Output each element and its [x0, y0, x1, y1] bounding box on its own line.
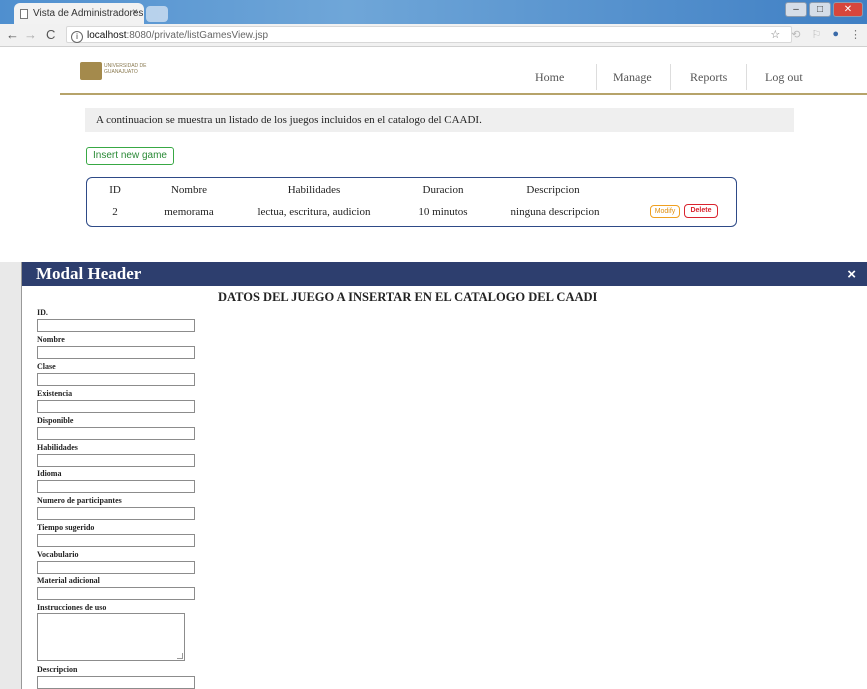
insert-game-modal: Modal Header × DATOS DEL JUEGO A INSERTA… [21, 262, 867, 689]
minimize-button[interactable]: – [785, 2, 807, 17]
label-material-adicional: Material adicional [37, 576, 100, 585]
textarea-instrucciones-uso[interactable] [37, 613, 185, 661]
new-tab-button[interactable] [146, 6, 168, 22]
reload-icon[interactable]: C [46, 27, 55, 42]
input-idioma[interactable] [37, 480, 195, 493]
table-header-id: ID [109, 184, 121, 196]
extension-icon[interactable]: ⟲ [791, 28, 800, 41]
table-header-duracion: Duracion [422, 184, 464, 196]
window-close-button[interactable]: ✕ [833, 2, 863, 17]
input-material-adicional[interactable] [37, 587, 195, 600]
input-tiempo-sugerido[interactable] [37, 534, 195, 547]
cell-habilidades: lectua, escritura, audicion [257, 206, 371, 218]
input-existencia[interactable] [37, 400, 195, 413]
label-disponible: Disponible [37, 416, 74, 425]
address-bar[interactable]: i localhost:8080/private/listGamesView.js… [66, 26, 792, 43]
info-icon[interactable]: i [71, 31, 83, 43]
label-tiempo-sugerido: Tiempo sugerido [37, 523, 95, 532]
forward-arrow-icon[interactable]: → [24, 27, 37, 42]
nav-divider [746, 64, 747, 90]
header-divider [60, 93, 867, 95]
extension-icon-2[interactable]: ⚐ [811, 28, 821, 41]
modal-header: Modal Header × [22, 262, 867, 286]
nav-logout[interactable]: Log out [765, 70, 803, 85]
delete-button[interactable]: Delete [684, 204, 718, 218]
intro-message: A continuacion se muestra un listado de … [85, 108, 794, 132]
star-icon[interactable]: ☆ [770, 28, 780, 41]
cell-nombre: memorama [164, 206, 214, 218]
back-arrow-icon[interactable]: ← [6, 27, 19, 42]
label-numero-participantes: Numero de participantes [37, 496, 122, 505]
nav-reports[interactable]: Reports [690, 70, 727, 85]
label-existencia: Existencia [37, 389, 73, 398]
modify-button[interactable]: Modify [650, 205, 680, 218]
modal-backdrop [0, 262, 21, 689]
label-id: ID. [37, 308, 48, 317]
label-instrucciones-uso: Instrucciones de uso [37, 603, 107, 612]
input-numero-participantes[interactable] [37, 507, 195, 520]
cell-duracion: 10 minutos [418, 206, 468, 218]
table-header-descripcion: Descripcion [526, 184, 580, 196]
maximize-button[interactable]: □ [809, 2, 831, 17]
label-habilidades: Habilidades [37, 443, 78, 452]
resize-grip-icon[interactable] [177, 653, 183, 659]
nav-manage[interactable]: Manage [613, 70, 652, 85]
label-nombre: Nombre [37, 335, 65, 344]
input-vocabulario[interactable] [37, 561, 195, 574]
input-id[interactable] [37, 319, 195, 332]
label-vocabulario: Vocabulario [37, 550, 79, 559]
browser-tab[interactable]: Vista de Administradores × [14, 3, 144, 24]
browser-toolbar: ← → C i localhost:8080/private/listGamesV… [0, 24, 867, 47]
browser-titlebar: Vista de Administradores × – □ ✕ [0, 0, 867, 24]
nav-divider [670, 64, 671, 90]
label-clase: Clase [37, 362, 56, 371]
table-header-nombre: Nombre [170, 184, 208, 196]
input-descripcion[interactable] [37, 676, 195, 689]
insert-new-game-button[interactable]: Insert new game [86, 147, 174, 165]
input-habilidades[interactable] [37, 454, 195, 467]
url-path: :8080/private/listGamesView.jsp [126, 30, 269, 41]
menu-icon[interactable]: ⋮ [850, 28, 861, 41]
label-idioma: Idioma [37, 469, 62, 478]
main-nav: Home Manage Reports Log out [0, 62, 867, 92]
extension-icon-3[interactable]: ● [832, 28, 839, 41]
document-icon [20, 8, 28, 19]
nav-divider [596, 64, 597, 90]
window-controls: – □ ✕ [785, 2, 863, 17]
input-nombre[interactable] [37, 346, 195, 359]
cell-descripcion: ninguna descripcion [510, 206, 600, 218]
modal-title: Modal Header [36, 264, 142, 283]
tab-close-icon[interactable]: × [132, 7, 138, 18]
input-disponible[interactable] [37, 427, 195, 440]
label-descripcion: Descripcion [37, 665, 78, 674]
table-header-habilidades: Habilidades [287, 184, 341, 196]
input-clase[interactable] [37, 373, 195, 386]
tab-title: Vista de Administradores [33, 8, 144, 19]
cell-id: 2 [112, 206, 118, 218]
close-icon[interactable]: × [847, 266, 856, 283]
nav-home[interactable]: Home [535, 70, 564, 85]
url-host: localhost [87, 30, 127, 41]
form-heading: DATOS DEL JUEGO A INSERTAR EN EL CATALOG… [218, 290, 598, 304]
toolbar-icons: ☆ ⟲ ⚐ ● ⋮ [770, 28, 861, 41]
